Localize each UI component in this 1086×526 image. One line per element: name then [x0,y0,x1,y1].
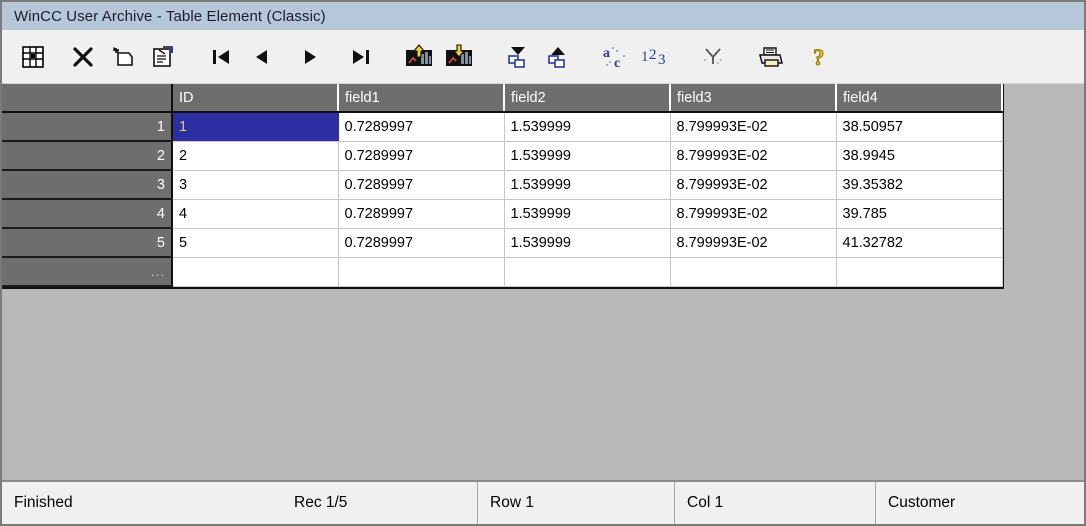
table-row[interactable]: 1 1 0.7289997 1.539999 8.799993E-02 38.5… [2,112,1003,142]
table-row[interactable]: 2 2 0.7289997 1.539999 8.799993E-02 38.9… [2,141,1003,171]
cell-field2[interactable]: 1.539999 [504,112,671,142]
cell-field1[interactable]: 0.7289997 [338,141,505,171]
table-row[interactable]: 3 3 0.7289997 1.539999 8.799993E-02 39.3… [2,170,1003,200]
row-header[interactable]: 4 [2,199,173,229]
cell-id[interactable]: 5 [172,228,339,258]
first-record-icon[interactable] [204,40,238,74]
column-header-field3[interactable]: field3 [670,84,837,113]
cell-field4[interactable] [836,257,1003,287]
print-icon[interactable] [754,40,788,74]
cell-field3[interactable]: 8.799993E-02 [670,112,837,142]
hide-columns-icon[interactable] [696,40,730,74]
sort-numeric-icon[interactable]: 1 2 3 [638,40,672,74]
column-header-field1[interactable]: field1 [338,84,505,113]
row-header[interactable]: 5 [2,228,173,258]
status-archive-label: Customer [888,494,956,511]
cell-id[interactable]: 1 [172,112,339,142]
table-row[interactable]: 5 5 0.7289997 1.539999 8.799993E-02 41.3… [2,228,1003,258]
previous-record-icon[interactable] [244,40,278,74]
status-record-label: Rec 1/5 [294,494,348,511]
new-record-icon[interactable] [106,40,140,74]
cell-field2[interactable]: 1.539999 [504,170,671,200]
status-archive: Customer [875,482,1084,524]
row-header[interactable]: 3 [2,170,173,200]
filter-descending-icon[interactable] [500,40,534,74]
svg-text:3: 3 [658,52,666,68]
last-record-icon[interactable] [344,40,378,74]
filter-ascending-icon[interactable] [540,40,574,74]
cell-field4[interactable]: 38.50957 [836,112,1003,142]
status-bar: Finished Rec 1/5 Row 1 Col 1 Customer [2,480,1084,524]
cell-id[interactable]: 4 [172,199,339,229]
import-icon[interactable] [402,40,436,74]
window-title: WinCC User Archive - Table Element (Clas… [14,7,326,25]
cell-field2[interactable] [504,257,671,287]
status-state-label: Finished [14,494,73,511]
row-header[interactable]: 1 [2,112,173,142]
export-icon[interactable] [442,40,476,74]
next-record-icon[interactable] [294,40,328,74]
title-bar: WinCC User Archive - Table Element (Clas… [2,2,1084,30]
toolbar: a c 1 2 3 ? [2,30,1084,84]
cell-field3[interactable] [670,257,837,287]
status-col: Col 1 [674,482,875,524]
cell-field4[interactable]: 39.35382 [836,170,1003,200]
cell-field4[interactable]: 39.785 [836,199,1003,229]
help-icon[interactable]: ? [804,40,838,74]
svg-text:a: a [603,46,610,61]
status-row-label: Row 1 [490,494,534,511]
row-header-new[interactable]: ... [2,257,173,287]
table-header-row: ID field1 field2 field3 field4 [2,84,1003,113]
data-grid: ID field1 field2 field3 field4 1 1 0.728… [2,84,1004,289]
grid-area: ID field1 field2 field3 field4 1 1 0.728… [2,84,1084,480]
row-header[interactable]: 2 [2,141,173,171]
cell-field4[interactable]: 38.9945 [836,141,1003,171]
status-state: Finished [2,482,182,524]
cell-field2[interactable]: 1.539999 [504,228,671,258]
table-view-icon[interactable] [16,40,50,74]
cell-id[interactable] [172,257,339,287]
cell-field2[interactable]: 1.539999 [504,199,671,229]
cell-field3[interactable]: 8.799993E-02 [670,199,837,229]
cell-id[interactable]: 3 [172,170,339,200]
wincc-user-archive-window: WinCC User Archive - Table Element (Clas… [0,0,1086,526]
cell-field1[interactable] [338,257,505,287]
archive-table: ID field1 field2 field3 field4 1 1 0.728… [2,84,1003,287]
cell-field2[interactable]: 1.539999 [504,141,671,171]
svg-text:c: c [614,56,620,70]
column-header-id[interactable]: ID [172,84,339,113]
cell-field1[interactable]: 0.7289997 [338,112,505,142]
status-record: Rec 1/5 [182,482,477,524]
cell-field4[interactable]: 41.32782 [836,228,1003,258]
status-col-label: Col 1 [687,494,724,511]
column-header-field2[interactable]: field2 [504,84,671,113]
svg-text:2: 2 [649,47,657,63]
status-row: Row 1 [477,482,674,524]
cell-field3[interactable]: 8.799993E-02 [670,228,837,258]
cell-field3[interactable]: 8.799993E-02 [670,170,837,200]
cell-field1[interactable]: 0.7289997 [338,199,505,229]
delete-record-icon[interactable] [66,40,100,74]
sort-alpha-icon[interactable]: a c [598,40,632,74]
svg-text:?: ? [813,45,825,70]
properties-icon[interactable] [146,40,180,74]
cell-id[interactable]: 2 [172,141,339,171]
cell-field1[interactable]: 0.7289997 [338,170,505,200]
table-row[interactable]: 4 4 0.7289997 1.539999 8.799993E-02 39.7… [2,199,1003,229]
row-number-header [2,84,173,113]
svg-text:1: 1 [641,49,649,65]
cell-field1[interactable]: 0.7289997 [338,228,505,258]
new-record-row[interactable]: ... [2,257,1003,287]
column-header-field4[interactable]: field4 [836,84,1003,113]
cell-field3[interactable]: 8.799993E-02 [670,141,837,171]
